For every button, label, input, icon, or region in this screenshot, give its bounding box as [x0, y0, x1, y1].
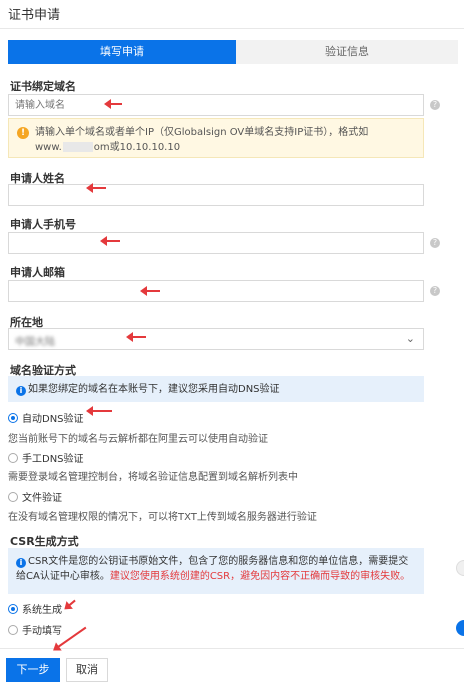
auto-dns-desc: 您当前账号下的域名与云解析都在阿里云可以使用自动验证	[8, 434, 268, 445]
radio-manual-fill-label: 手动填写	[22, 626, 62, 637]
domain-label: 证书绑定域名	[10, 80, 76, 93]
info-icon: i	[16, 386, 26, 396]
radio-dot-selected	[8, 604, 18, 614]
radio-dot-selected	[8, 413, 18, 423]
domain-input[interactable]	[8, 94, 424, 116]
radio-file-verify[interactable]: 文件验证	[8, 489, 62, 504]
applicant-email-label: 申请人邮箱	[10, 266, 65, 279]
next-button[interactable]: 下一步	[6, 658, 60, 682]
redacted-block	[62, 142, 93, 152]
applicant-phone-input[interactable]	[8, 232, 424, 254]
floating-widget[interactable]	[456, 560, 464, 576]
annotation-arrow	[140, 286, 160, 296]
radio-manual-fill[interactable]: 手动填写	[8, 622, 62, 637]
floating-help-button[interactable]	[456, 620, 464, 636]
domain-help-icon[interactable]: ?	[430, 100, 440, 110]
manual-dns-desc: 需要登录域名管理控制台，将域名验证信息配置到域名解析列表中	[8, 472, 298, 483]
info-icon: i	[16, 558, 26, 568]
radio-dot	[8, 625, 18, 635]
file-verify-desc: 在没有域名管理权限的情况下，可以将TXT上传到域名服务器进行验证	[8, 512, 317, 523]
radio-system-generate[interactable]: 系统生成	[8, 601, 62, 616]
footer-divider	[0, 648, 464, 649]
radio-manual-dns[interactable]: 手工DNS验证	[8, 450, 84, 465]
email-help-icon[interactable]: ?	[430, 286, 440, 296]
radio-auto-dns-label: 自动DNS验证	[22, 414, 84, 425]
csr-tip: i CSR文件是您的公钥证书原始文件，包含了您的服务器信息和您的单位信息，需要提交…	[8, 548, 424, 594]
phone-help-icon[interactable]: ?	[430, 238, 440, 248]
radio-file-verify-label: 文件验证	[22, 493, 62, 504]
radio-manual-dns-label: 手工DNS验证	[22, 454, 84, 465]
radio-dot	[8, 453, 18, 463]
step-fill-application: 填写申请	[8, 40, 248, 64]
annotation-arrow	[104, 99, 122, 109]
verification-tip: i 如果您绑定的域名在本账号下，建议您采用自动DNS验证	[8, 376, 424, 402]
radio-system-generate-label: 系统生成	[22, 605, 62, 616]
warning-prefix: www.	[35, 142, 62, 153]
radio-auto-dns[interactable]: 自动DNS验证	[8, 410, 84, 425]
warning-icon: !	[17, 127, 29, 139]
annotation-arrow	[86, 183, 106, 193]
annotation-arrow	[68, 599, 76, 607]
step-indicator: 填写申请 验证信息	[8, 40, 458, 64]
annotation-arrow	[126, 332, 146, 342]
warning-line2: www. om或10.10.10.10	[35, 140, 415, 155]
step-verify-info: 验证信息	[236, 40, 458, 64]
csr-tip-warning: 建议您使用系统创建的CSR，避免因内容不正确而导致的审核失败。	[109, 571, 411, 582]
radio-dot	[8, 492, 18, 502]
dialog-title: 证书申请	[8, 8, 61, 23]
annotation-arrow	[100, 236, 120, 246]
applicant-name-input[interactable]	[8, 184, 424, 206]
warning-suffix: om或10.10.10.10	[93, 142, 181, 153]
domain-format-warning: ! 请输入单个域名或者单个IP（仅Globalsign OV单域名支持IP证书）…	[8, 118, 424, 158]
verification-tip-text: 如果您绑定的域名在本账号下，建议您采用自动DNS验证	[28, 384, 280, 395]
applicant-email-input[interactable]	[8, 280, 424, 302]
cancel-button[interactable]: 取消	[66, 658, 108, 682]
applicant-phone-label: 申请人手机号	[10, 218, 76, 231]
warning-line1: 请输入单个域名或者单个IP（仅Globalsign OV单域名支持IP证书），格…	[35, 127, 369, 138]
chevron-down-icon: ⌄	[405, 332, 415, 345]
title-divider	[0, 28, 464, 29]
location-value: 中国大陆	[15, 337, 55, 348]
annotation-arrow	[86, 406, 112, 416]
csr-label: CSR生成方式	[10, 535, 79, 548]
location-select[interactable]: 中国大陆 ⌄	[8, 328, 424, 350]
